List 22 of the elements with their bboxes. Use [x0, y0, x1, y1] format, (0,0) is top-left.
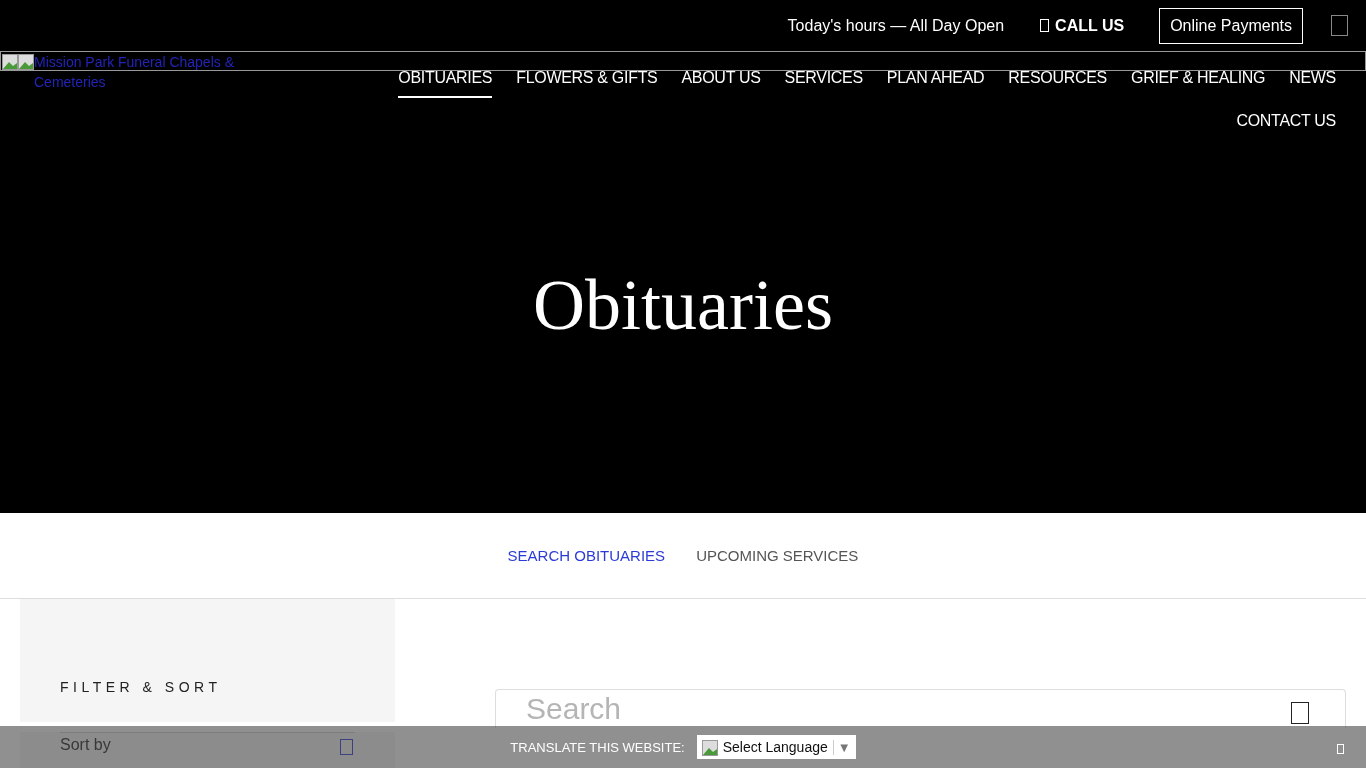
- call-link[interactable]: CALL US: [1040, 16, 1125, 35]
- payments-button[interactable]: Online Payments: [1159, 7, 1303, 44]
- page-title: Obituaries: [533, 263, 833, 347]
- translate-label: TRANSLATE THIS WEBSITE:: [510, 739, 685, 755]
- broken-image-icon: [701, 740, 718, 756]
- nav-link[interactable]: OBITUARIES: [398, 69, 493, 98]
- nav-link[interactable]: SERVICES: [784, 69, 863, 98]
- filter-heading: FILTER & SORT: [60, 679, 222, 695]
- search-input[interactable]: Search: [526, 692, 1126, 726]
- nav-link[interactable]: CONTACT US: [1236, 112, 1336, 141]
- nav-link[interactable]: ABOUT US: [681, 69, 761, 98]
- nav-link[interactable]: RESOURCES: [1008, 69, 1107, 98]
- nav-link[interactable]: PLAN AHEAD: [886, 69, 985, 98]
- hours-text: Today's hours — All Day Open: [787, 16, 1005, 35]
- sort-label: Sort by: [60, 736, 111, 755]
- language-select[interactable]: Select Language ▼: [696, 735, 856, 759]
- tab[interactable]: SEARCH OBITUARIES: [507, 547, 666, 564]
- tab[interactable]: UPCOMING SERVICES: [696, 547, 859, 564]
- nav-link[interactable]: GRIEF & HEALING: [1131, 69, 1266, 98]
- nav-link[interactable]: NEWS: [1289, 69, 1336, 98]
- nav-link[interactable]: FLOWERS & GIFTS: [516, 69, 658, 98]
- search-field[interactable]: Search: [495, 689, 1346, 728]
